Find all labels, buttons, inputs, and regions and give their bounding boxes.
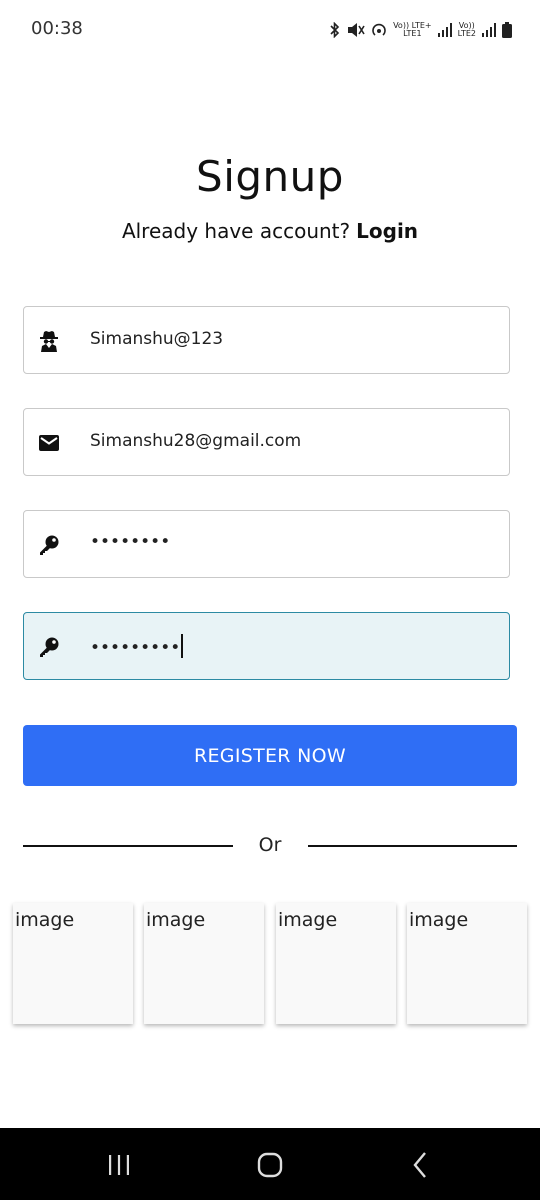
bluetooth-icon [330,22,340,38]
mute-icon [348,23,365,37]
login-prompt-text: Already have account? [121,219,351,243]
signal-icon-1 [437,23,452,37]
register-button[interactable]: REGISTER NOW [23,725,517,786]
social-login-button-2[interactable]: image [144,903,264,1024]
status-icons: Vo)) LTE+ LTE1 Vo)) LTE2 [329,19,512,41]
back-icon[interactable] [406,1150,436,1180]
text-cursor [181,634,184,658]
system-nav-bar [0,1128,540,1200]
social-login-button-4[interactable]: image [407,903,527,1024]
username-field[interactable]: Simanshu@123 [23,306,510,374]
key-icon [40,535,59,555]
hotspot-icon [372,23,386,36]
email-value: Simanshu28@gmail.com [90,431,302,451]
page-title: Signup [196,152,344,201]
image-placeholder-label: image [15,909,75,931]
image-placeholder-label: image [146,909,206,931]
password-value: •••••••• [90,532,171,552]
home-icon[interactable] [255,1150,285,1180]
spy-icon [40,331,58,352]
confirm-password-field[interactable]: ••••••••• [23,612,510,680]
login-prompt-row: Already have account? Login [0,219,540,243]
password-field[interactable]: •••••••• [23,510,510,578]
social-login-button-3[interactable]: image [276,903,396,1024]
divider-line-right [308,845,517,847]
username-value: Simanshu@123 [90,329,224,349]
login-link[interactable]: Login [356,219,418,243]
mail-icon [39,435,59,451]
confirm-password-value: ••••••••• [90,634,184,658]
battery-icon [502,22,512,38]
network-label-1: Vo)) LTE+ LTE1 [393,21,432,38]
social-login-button-1[interactable]: image [13,903,133,1024]
network-label-2: Vo)) LTE2 [457,21,476,38]
key-icon [40,637,59,657]
status-bar: 00:38 Vo)) LTE+ LTE1 Vo)) LTE2 [0,0,540,58]
email-field[interactable]: Simanshu28@gmail.com [23,408,510,476]
recent-apps-icon[interactable] [104,1150,134,1180]
signal-icon-2 [482,23,496,37]
status-time: 00:38 [31,18,83,39]
image-placeholder-label: image [278,909,338,931]
confirm-password-text: ••••••••• [90,638,181,658]
image-placeholder-label: image [409,909,469,931]
